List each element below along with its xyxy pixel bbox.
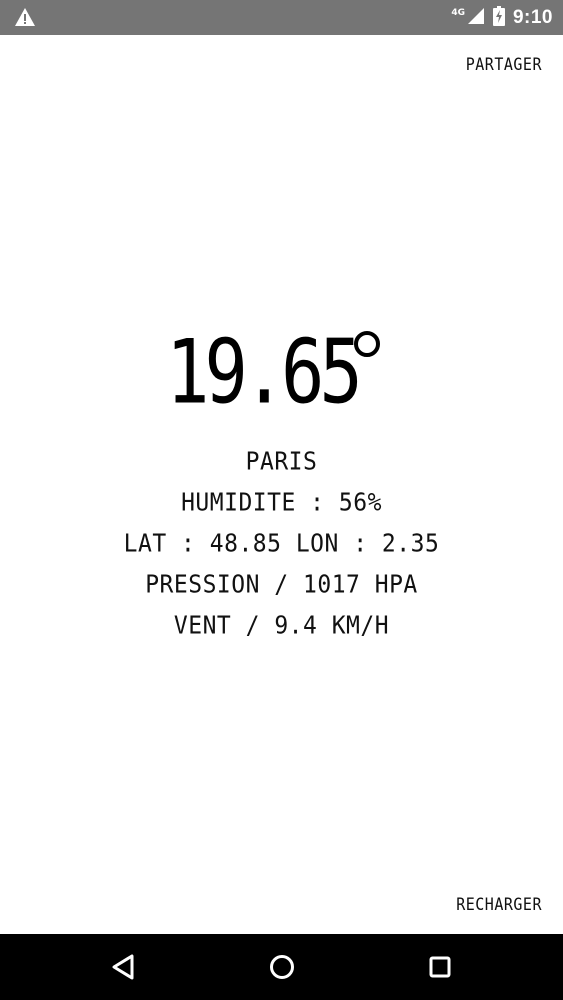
weather-panel: 19.65 PARIS HUMIDITE : 56% LAT : 48.85 L… [0,320,563,647]
status-icons: 4G 9:10 [451,0,553,35]
reload-button[interactable]: RECHARGER [456,894,542,915]
back-icon[interactable] [108,951,140,983]
pressure-text: PRESSION / 1017 HPA [145,570,418,600]
clock: 9:10 [512,6,553,28]
network-type: 4G [451,7,465,18]
humidity-text: HUMIDITE : 56% [181,488,382,518]
warning-icon [14,7,36,27]
home-icon[interactable] [266,951,298,983]
wind-text: VENT / 9.4 KM/H [173,611,390,641]
city-name: PARIS [245,447,318,477]
degree-icon [353,330,381,358]
temperature-value: 19.65 [166,320,363,424]
coordinates-text: LAT : 48.85 LON : 2.35 [123,529,440,559]
recents-icon[interactable] [424,951,456,983]
battery-charging-icon [492,5,505,30]
temperature-row: 19.65 [0,320,563,430]
status-bar: 4G 9:10 [0,0,563,35]
signal-icon [467,7,485,29]
share-button[interactable]: PARTAGER [466,54,542,75]
navigation-bar [0,934,563,1000]
